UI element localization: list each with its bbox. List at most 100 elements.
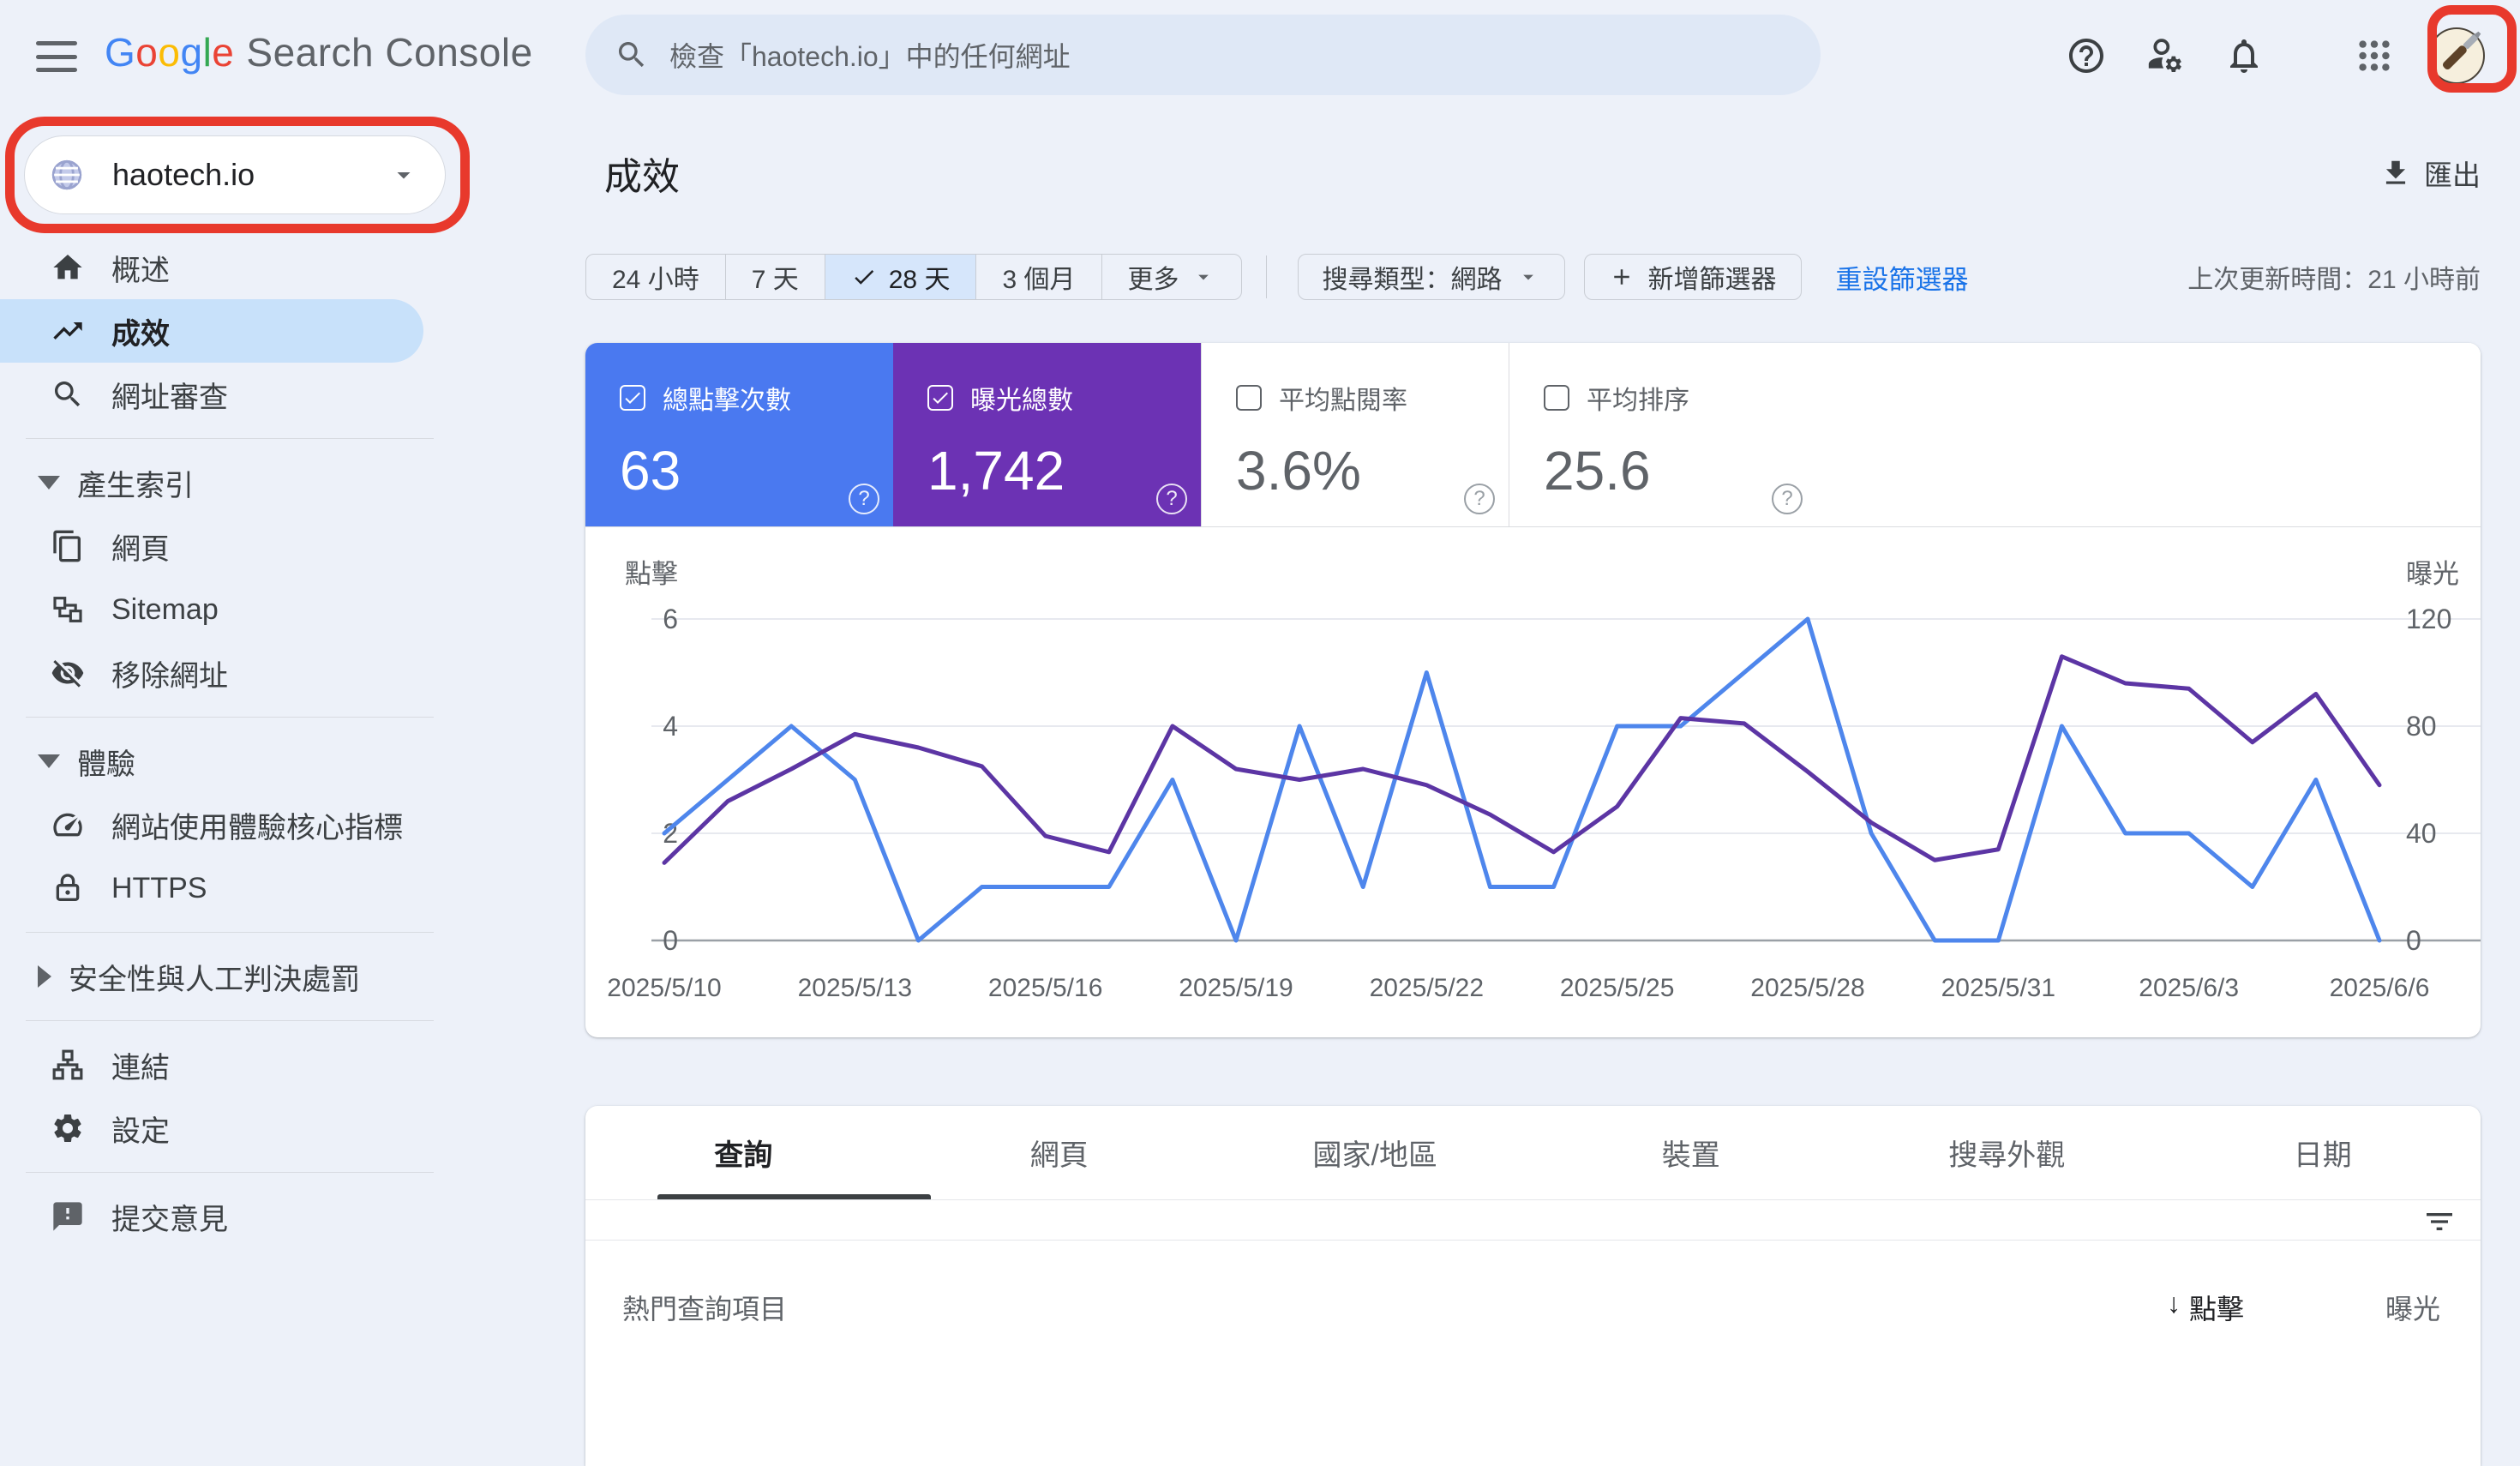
svg-text:0: 0 <box>2406 925 2421 956</box>
checkbox-unchecked-icon[interactable] <box>1236 385 1262 411</box>
search-type-chip[interactable]: 搜尋類型：網路 <box>1298 254 1565 300</box>
svg-text:40: 40 <box>2406 818 2437 849</box>
top-app-bar: Google Search Console 檢查「haotech.io」中的任何… <box>0 0 2520 111</box>
tab-dates[interactable]: 日期 <box>2165 1106 2481 1199</box>
sort-desc-arrow-icon: ↓ <box>2167 1288 2181 1327</box>
tab-search-appearance[interactable]: 搜尋外觀 <box>1849 1106 2165 1199</box>
checkbox-checked-icon[interactable] <box>620 385 645 411</box>
last-updated-text: 上次更新時間：21 小時前 <box>2187 258 2481 296</box>
sidebar-item-sitemaps[interactable]: Sitemap <box>0 578 480 641</box>
links-tree-icon <box>50 1047 86 1083</box>
export-button[interactable]: 匯出 <box>2379 153 2481 194</box>
chevron-down-icon <box>388 159 419 190</box>
range-24h-button[interactable]: 24 小時 <box>586 255 725 299</box>
sidebar-section-indexing[interactable]: 產生索引 <box>0 451 480 514</box>
svg-text:120: 120 <box>2406 604 2451 634</box>
svg-text:點擊: 點擊 <box>625 559 678 589</box>
tab-queries[interactable]: 查詢 <box>585 1106 902 1199</box>
metric-card-average-position[interactable]: 平均排序 25.6 ? <box>1509 343 1816 526</box>
add-filter-chip[interactable]: 新增篩選器 <box>1584 254 1802 300</box>
metric-card-total-impressions[interactable]: 曝光總數 1,742 ? <box>893 343 1201 526</box>
user-settings-button[interactable] <box>2126 16 2205 95</box>
performance-line-chart[interactable]: 點擊曝光6420120804002025/5/102025/5/132025/5… <box>585 557 2481 1037</box>
tab-pages[interactable]: 網頁 <box>902 1106 1218 1199</box>
checkbox-unchecked-icon[interactable] <box>1544 385 1569 411</box>
sidebar-divider <box>26 1020 434 1021</box>
speed-gauge-icon <box>50 807 86 843</box>
column-impressions[interactable]: 曝光 <box>2385 1288 2440 1327</box>
sidebar-item-performance[interactable]: 成效 <box>0 299 423 363</box>
sidebar-item-core-web-vitals[interactable]: 網站使用體驗核心指標 <box>0 793 480 856</box>
svg-text:2025/5/13: 2025/5/13 <box>798 974 912 1002</box>
property-selector[interactable]: haotech.io <box>24 135 446 214</box>
tab-countries[interactable]: 國家/地區 <box>1217 1106 1533 1199</box>
metric-card-average-ctr[interactable]: 平均點閱率 3.6% ? <box>1201 343 1509 526</box>
sidebar-item-pages[interactable]: 網頁 <box>0 514 480 578</box>
tab-devices[interactable]: 裝置 <box>1533 1106 1850 1199</box>
sitemap-icon <box>50 592 86 628</box>
active-tab-underline <box>657 1194 931 1199</box>
section-expanded-caret-icon <box>38 754 60 768</box>
metric-card-total-clicks[interactable]: 總點擊次數 63 ? <box>585 343 893 526</box>
dimension-tabs: 查詢 網頁 國家/地區 裝置 搜尋外觀 日期 <box>585 1106 2481 1200</box>
sidebar-section-security[interactable]: 安全性與人工判決處罰 <box>0 945 480 1008</box>
svg-text:6: 6 <box>663 604 678 634</box>
range-more-button[interactable]: 更多 <box>1101 255 1241 299</box>
svg-text:2025/5/22: 2025/5/22 <box>1370 974 1484 1002</box>
gear-icon <box>50 1110 86 1146</box>
filter-list-icon[interactable] <box>2422 1205 2457 1239</box>
sidebar-item-overview[interactable]: 概述 <box>0 236 480 299</box>
site-favicon <box>40 148 93 201</box>
range-7d-button[interactable]: 7 天 <box>725 255 825 299</box>
sidebar-nav: haotech.io 概述 成效 網址審查 產生索引 網頁 Sitemap <box>0 111 480 1320</box>
google-apps-button[interactable] <box>2335 16 2414 95</box>
chevron-down-icon <box>1191 265 1215 289</box>
sidebar-item-links[interactable]: 連結 <box>0 1033 480 1096</box>
metric-help-icon[interactable]: ? <box>1464 484 1495 514</box>
notifications-button[interactable] <box>2205 16 2283 95</box>
help-button[interactable] <box>2047 16 2126 95</box>
metric-label: 平均點閱率 <box>1279 379 1407 417</box>
menu-icon[interactable] <box>36 41 77 72</box>
filter-bar: 24 小時 7 天 28 天 3 個月 更多 搜尋類型：網路 新增篩選器 重設篩… <box>585 254 2481 300</box>
metric-help-icon[interactable]: ? <box>1156 484 1187 514</box>
help-icon <box>2066 35 2107 76</box>
section-expanded-caret-icon <box>38 476 60 490</box>
chevron-down-icon <box>1516 265 1540 289</box>
sidebar-section-experience[interactable]: 體驗 <box>0 730 480 793</box>
apps-grid-icon <box>2355 36 2394 75</box>
column-clicks-sorted[interactable]: ↓點擊 <box>2167 1288 2244 1327</box>
svg-text:2025/5/31: 2025/5/31 <box>1941 974 2055 1002</box>
sidebar-item-https[interactable]: HTTPS <box>0 856 480 920</box>
table-toolbar <box>585 1200 2481 1241</box>
google-logo: Google <box>105 29 234 75</box>
reset-filters-link[interactable]: 重設篩選器 <box>1836 258 1969 297</box>
page-title: 成效 <box>604 146 680 201</box>
account-avatar[interactable] <box>2414 13 2499 99</box>
svg-text:4: 4 <box>663 711 678 742</box>
lock-icon <box>50 870 86 906</box>
sidebar-item-url-inspection[interactable]: 網址審查 <box>0 363 480 426</box>
download-icon <box>2379 157 2412 189</box>
svg-text:2025/5/16: 2025/5/16 <box>988 974 1102 1002</box>
search-icon <box>50 376 86 412</box>
sidebar-item-removals[interactable]: 移除網址 <box>0 641 480 705</box>
metric-help-icon[interactable]: ? <box>849 484 879 514</box>
search-icon <box>615 38 649 72</box>
sidebar-item-feedback[interactable]: 提交意見 <box>0 1185 480 1248</box>
metric-help-icon[interactable]: ? <box>1772 484 1803 514</box>
url-inspect-search-input[interactable]: 檢查「haotech.io」中的任何網址 <box>585 15 1821 95</box>
checkbox-checked-icon[interactable] <box>927 385 953 411</box>
range-28d-button[interactable]: 28 天 <box>825 255 976 299</box>
plus-icon <box>1609 264 1635 290</box>
metrics-row: 總點擊次數 63 ? 曝光總數 1,742 ? 平均點閱率 3.6% ? <box>585 343 2481 527</box>
sidebar-item-settings[interactable]: 設定 <box>0 1096 480 1160</box>
check-icon <box>851 264 877 290</box>
metric-label: 平均排序 <box>1587 379 1689 417</box>
svg-text:2025/5/10: 2025/5/10 <box>607 974 721 1002</box>
column-top-queries[interactable]: 熱門查詢項目 <box>622 1288 787 1327</box>
range-3m-button[interactable]: 3 個月 <box>975 255 1101 299</box>
performance-card: 總點擊次數 63 ? 曝光總數 1,742 ? 平均點閱率 3.6% ? <box>585 343 2481 1037</box>
sidebar-divider <box>26 932 434 933</box>
svg-text:0: 0 <box>663 925 678 956</box>
